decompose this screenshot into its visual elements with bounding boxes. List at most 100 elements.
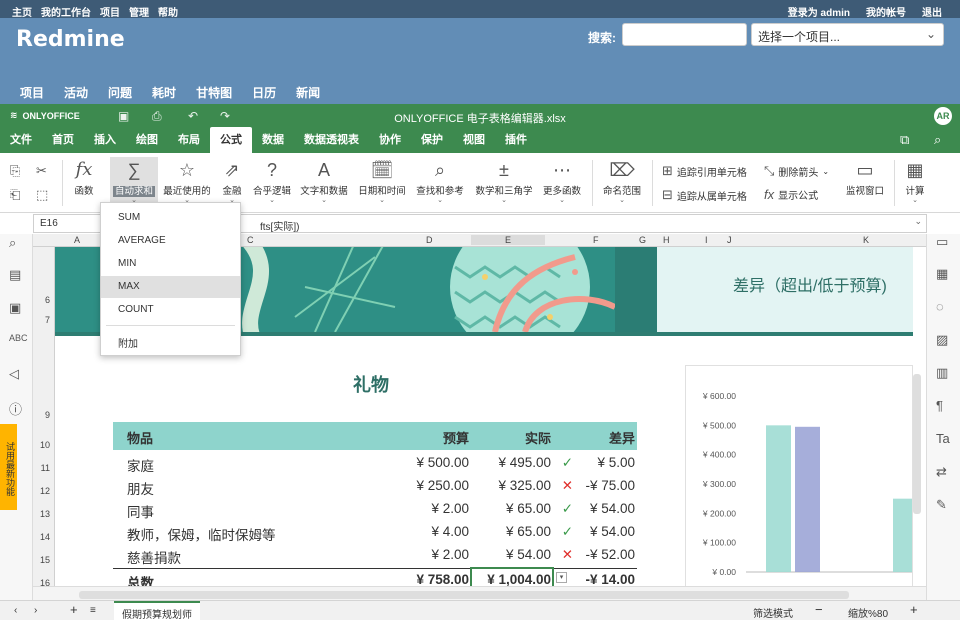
user-avatar[interactable]: AR [934,107,952,125]
menu-item-more-functions[interactable]: 附加 [101,330,240,352]
tab-collaboration[interactable]: 协作 [369,127,411,153]
row-header[interactable]: 9 [45,410,50,420]
cell-actual[interactable]: ¥ 65.00 [506,501,551,516]
menu-activity[interactable]: 活动 [64,84,88,101]
total-label[interactable]: 总数 [127,572,154,586]
prev-sheet-icon[interactable]: ‹ [14,605,17,616]
tab-plugins[interactable]: 插件 [495,127,537,153]
top-link-my-page[interactable]: 我的工作台 [41,4,91,19]
text-art-icon[interactable]: Ta [936,431,950,446]
cell-budget[interactable]: ¥ 4.00 [431,524,469,539]
search-input[interactable] [622,23,747,46]
formula-input[interactable]: fts[实际]) [260,218,299,233]
comments-icon[interactable]: ▤ [9,267,21,283]
row-header[interactable]: 7 [45,315,50,325]
column-header[interactable]: J [727,235,732,245]
tab-file[interactable]: 文件 [0,127,42,153]
tab-protection[interactable]: 保护 [411,127,453,153]
chat-icon[interactable]: ▣ [9,300,21,316]
chevron-down-icon[interactable]: ⌄ [914,216,922,227]
menu-item-count[interactable]: COUNT [101,299,240,321]
my-account-link[interactable]: 我的帐号 [866,4,906,19]
more-functions-button[interactable]: ⋯ 更多函数 ⌄ [540,159,584,205]
text-data-button[interactable]: A 文字和数据 ⌄ [298,159,350,205]
cell-settings-icon[interactable]: ▭ [936,234,948,250]
tab-data[interactable]: 数据 [252,127,294,153]
copy-icon[interactable]: ⎘ [10,163,20,179]
spellcheck-icon[interactable]: ABC [9,333,28,343]
menu-item-max[interactable]: MAX [101,276,240,298]
info-icon[interactable]: ⓘ [9,399,22,418]
tab-layout[interactable]: 布局 [168,127,210,153]
calculate-button[interactable]: ▦ 计算 ⌄ [900,159,930,205]
insert-function-button[interactable]: fx 函数 [66,159,102,197]
cell-diff[interactable]: ¥ 5.00 [597,455,635,470]
math-trig-button[interactable]: ± 数学和三角学 ⌄ [472,159,536,205]
filter-dropdown-icon[interactable]: ▾ [556,572,567,583]
table-row[interactable]: 慈善捐款 ¥ 2.00 ¥ 54.00 ✕ -¥ 52.00 [113,544,637,567]
cell-item[interactable]: 同事 [127,501,154,521]
chart-bar[interactable] [766,425,791,572]
column-header[interactable]: I [705,235,708,245]
chart-bar[interactable] [893,498,912,572]
trace-dependents-button[interactable]: ⊟ 追踪从属单元格 [662,187,747,203]
signature-icon[interactable]: ✎ [936,497,947,513]
cell-item[interactable]: 慈善捐款 [127,547,181,567]
zoom-level[interactable]: 缩放%80 [848,605,888,620]
tab-insert[interactable]: 插入 [84,127,126,153]
column-header[interactable]: H [663,235,670,245]
header-budget[interactable]: 预算 [443,428,469,447]
tab-pivot-table[interactable]: 数据透视表 [294,127,369,153]
chart-bar[interactable] [795,426,820,572]
zoom-in-icon[interactable]: + [910,602,918,617]
row-header[interactable]: 14 [40,532,50,542]
lookup-button[interactable]: ⌕ 查找和参考 ⌄ [414,159,466,205]
menu-calendar[interactable]: 日历 [252,84,276,101]
cell-diff[interactable]: ¥ 54.00 [590,501,635,516]
cell-diff[interactable]: -¥ 52.00 [585,547,635,562]
shape-settings-icon[interactable]: ◌ [936,299,944,314]
cell-actual[interactable]: ¥ 495.00 [498,455,551,470]
logical-button[interactable]: ? 合乎逻辑 ⌄ [250,159,294,205]
cell-actual[interactable]: ¥ 65.00 [506,524,551,539]
column-header[interactable]: C [247,235,254,245]
menu-issues[interactable]: 问题 [108,84,132,101]
menu-item-average[interactable]: AVERAGE [101,230,240,252]
row-header[interactable]: 12 [40,486,50,496]
table-row[interactable]: 家庭 ¥ 500.00 ¥ 495.00 ✓ ¥ 5.00 [113,452,637,475]
select-all-icon[interactable]: ⬚ [36,187,48,203]
feedback-icon[interactable]: ◁ [9,366,19,382]
cell-item[interactable]: 朋友 [127,478,154,498]
sheet-list-icon[interactable]: ≡ [90,605,96,616]
watch-window-button[interactable]: ▭ 监视窗口 [842,159,888,197]
cell-budget[interactable]: ¥ 250.00 [416,478,469,493]
row-header[interactable]: 6 [45,295,50,305]
table-row[interactable]: 教师，保姆，临时保姆等 ¥ 4.00 ¥ 65.00 ✓ ¥ 54.00 [113,521,637,544]
financial-button[interactable]: ⇗ 金融 ⌄ [218,159,246,205]
row-header[interactable]: 11 [41,463,50,473]
site-title[interactable]: Redmine [16,27,125,52]
cell-item[interactable]: 教师，保姆，临时保姆等 [127,524,276,544]
selected-cell[interactable] [470,567,554,586]
sheet-tab[interactable]: 假期预算规划师 [114,601,200,620]
feedback-tab[interactable]: 试用最新功能 [0,424,17,510]
top-link-home[interactable]: 主页 [12,4,32,19]
cell-budget[interactable]: ¥ 500.00 [416,455,469,470]
budget-chart[interactable]: ¥ 600.00 ¥ 500.00 ¥ 400.00 ¥ 300.00 ¥ 200.00… [685,365,913,586]
chart-settings-icon[interactable]: ▥ [936,365,948,381]
menu-gantt[interactable]: 甘特图 [196,84,232,101]
tab-home[interactable]: 首页 [42,127,84,153]
top-link-projects[interactable]: 项目 [100,4,120,19]
next-sheet-icon[interactable]: › [34,605,37,616]
cell-diff[interactable]: -¥ 75.00 [585,478,635,493]
column-header-selected[interactable]: E [471,235,546,245]
remove-arrows-button[interactable]: ⤡ 删除箭头 ⌄ [764,163,829,179]
cell-budget[interactable]: ¥ 2.00 [431,547,469,562]
top-link-admin[interactable]: 管理 [129,4,149,19]
show-formulas-button[interactable]: fx 显示公式 [764,187,818,202]
tab-formula[interactable]: 公式 [210,127,252,153]
menu-news[interactable]: 新闻 [296,84,320,101]
column-header[interactable]: D [426,235,433,245]
menu-projects[interactable]: 项目 [20,84,44,101]
tab-view[interactable]: 视图 [453,127,495,153]
